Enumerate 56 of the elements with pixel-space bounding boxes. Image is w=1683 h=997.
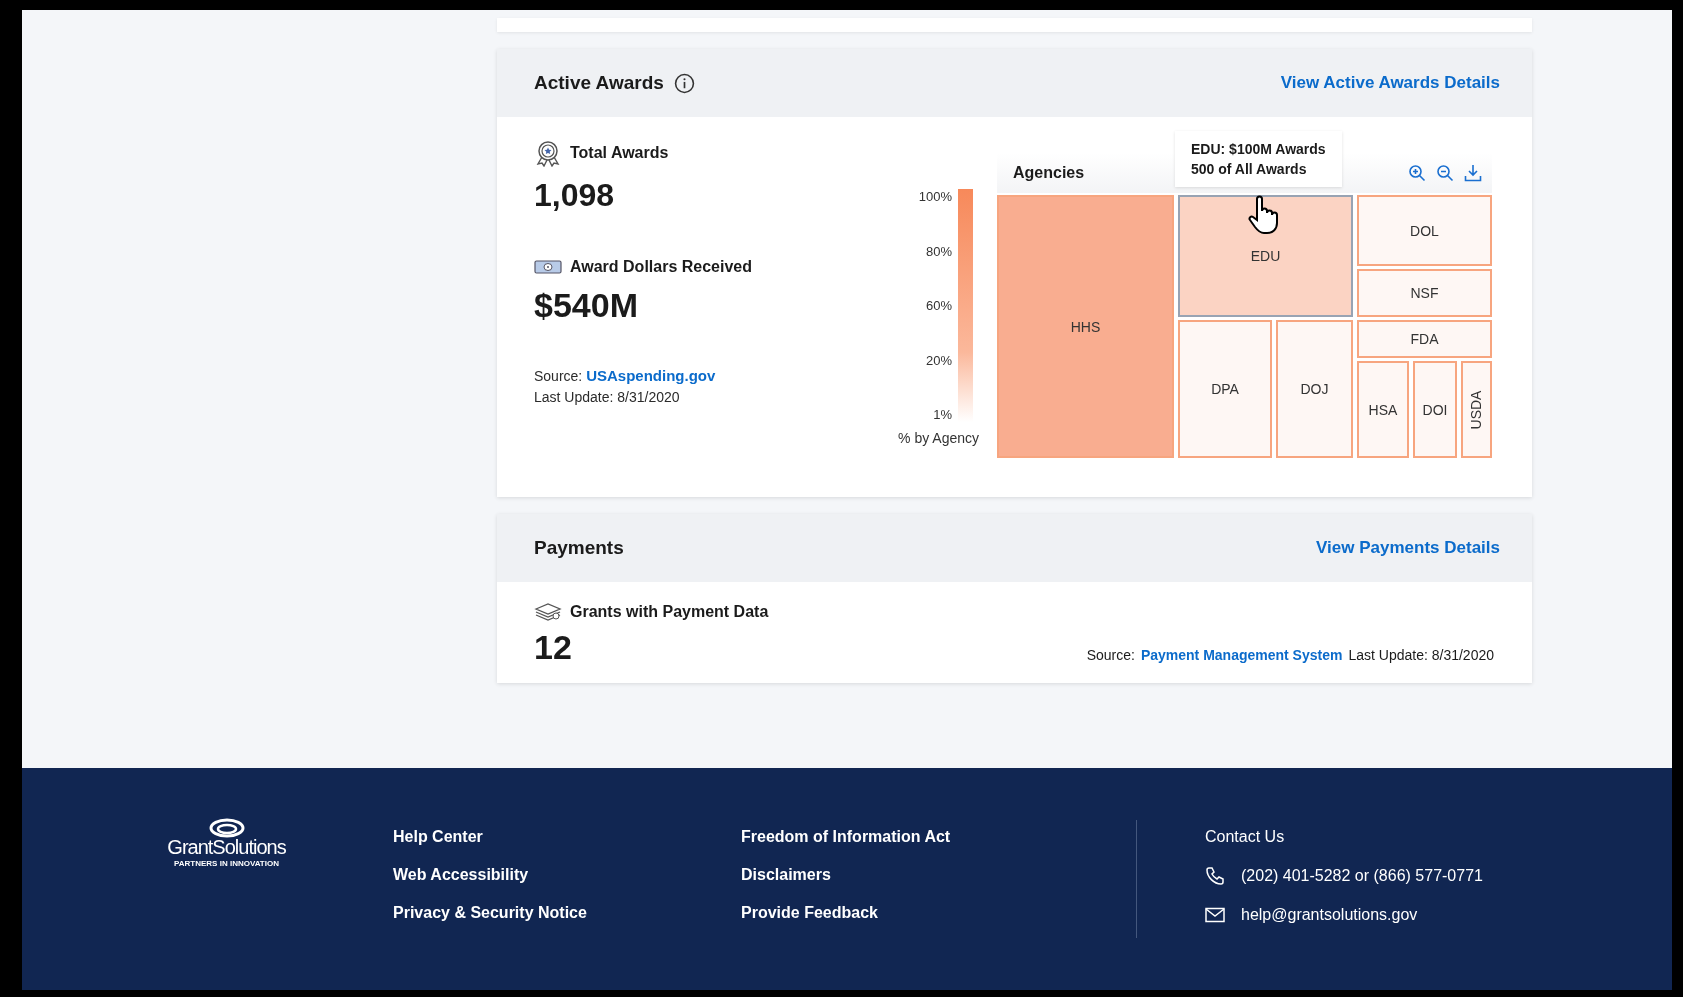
legend-tick: 80% (925, 243, 952, 259)
treemap-tile[interactable]: HSA (1357, 361, 1409, 458)
treemap-tile[interactable]: NSF (1357, 269, 1492, 317)
stat-label: Grants with Payment Data (570, 603, 769, 621)
footer-link[interactable]: Disclaimers (741, 866, 1136, 884)
logo-swirl-icon (208, 818, 245, 838)
legend-tick: 100% (918, 189, 952, 204)
legend-tick: 1% (933, 407, 952, 422)
footer-link[interactable]: Provide Feedback (741, 904, 1136, 922)
treemap-tile[interactable]: DOJ (1276, 320, 1353, 458)
logo-name: GrantSolutions (167, 836, 286, 859)
stat-value: 1,098 (534, 177, 616, 214)
cash-stack-icon (534, 602, 562, 622)
details-link[interactable]: View Active Awards Details (1280, 73, 1500, 93)
source-link[interactable]: Payment Management System (1140, 647, 1343, 663)
details-link[interactable]: View Payments Details (1316, 538, 1500, 558)
phone-icon (1205, 866, 1225, 886)
source-line: Source: (1086, 647, 1135, 663)
treemap-tile[interactable]: DOI (1413, 361, 1457, 458)
section-title: Active Awards (534, 72, 664, 94)
hand-cursor-icon (1247, 195, 1281, 235)
info-icon[interactable] (673, 72, 695, 94)
treemap-tile[interactable]: HHS (997, 195, 1174, 458)
treemap-tile[interactable]: USDA (1461, 361, 1492, 458)
last-update: Last Update: 8/31/2020 (534, 388, 681, 407)
tooltip: EDU: $100M Awards 500 of All Awards (1175, 131, 1342, 187)
contact-title: Contact Us (1205, 828, 1286, 846)
last-update: Last Update: 8/31/2020 (1348, 647, 1494, 663)
footer-link[interactable]: Freedom of Information Act (741, 828, 1136, 846)
footer-link[interactable]: Privacy & Security Notice (393, 904, 741, 922)
zoom-in-icon[interactable] (1408, 164, 1426, 182)
award-ribbon-icon (534, 139, 562, 167)
mail-icon (1205, 907, 1225, 923)
treemap-tile[interactable]: FDA (1357, 320, 1492, 358)
legend-tick: 20% (925, 352, 952, 368)
phone-number: (202) 401-5282 or (866) 577-0771 (1241, 867, 1483, 885)
zoom-out-icon[interactable] (1436, 164, 1454, 182)
money-bill-icon (534, 259, 562, 275)
logo-tagline: PARTNERS IN INNOVATION (174, 859, 279, 868)
stat-value: 12 (534, 628, 573, 667)
footer-link[interactable]: Web Accessibility (393, 866, 741, 884)
source-link[interactable]: USAspending.gov (586, 367, 716, 384)
treemap-tile[interactable]: DPA (1178, 320, 1272, 458)
treemap-tile[interactable]: DOL (1357, 195, 1492, 266)
footer-link[interactable]: Help Center (393, 828, 741, 846)
section-title: Payments (534, 537, 624, 559)
download-icon[interactable] (1464, 164, 1482, 182)
treemap-title: Agencies (1013, 164, 1085, 182)
source-line: Source: USAspending.gov (534, 366, 717, 386)
stat-label: Total Awards (570, 144, 669, 162)
stat-value: $540M (534, 286, 639, 325)
treemap-tile[interactable]: EDU (1178, 195, 1353, 317)
legend-tick: 60% (925, 298, 952, 313)
stat-label: Award Dollars Received (570, 258, 752, 276)
legend-caption: % by Agency (898, 430, 979, 446)
email-link[interactable]: help@grantsolutions.gov (1241, 906, 1418, 924)
